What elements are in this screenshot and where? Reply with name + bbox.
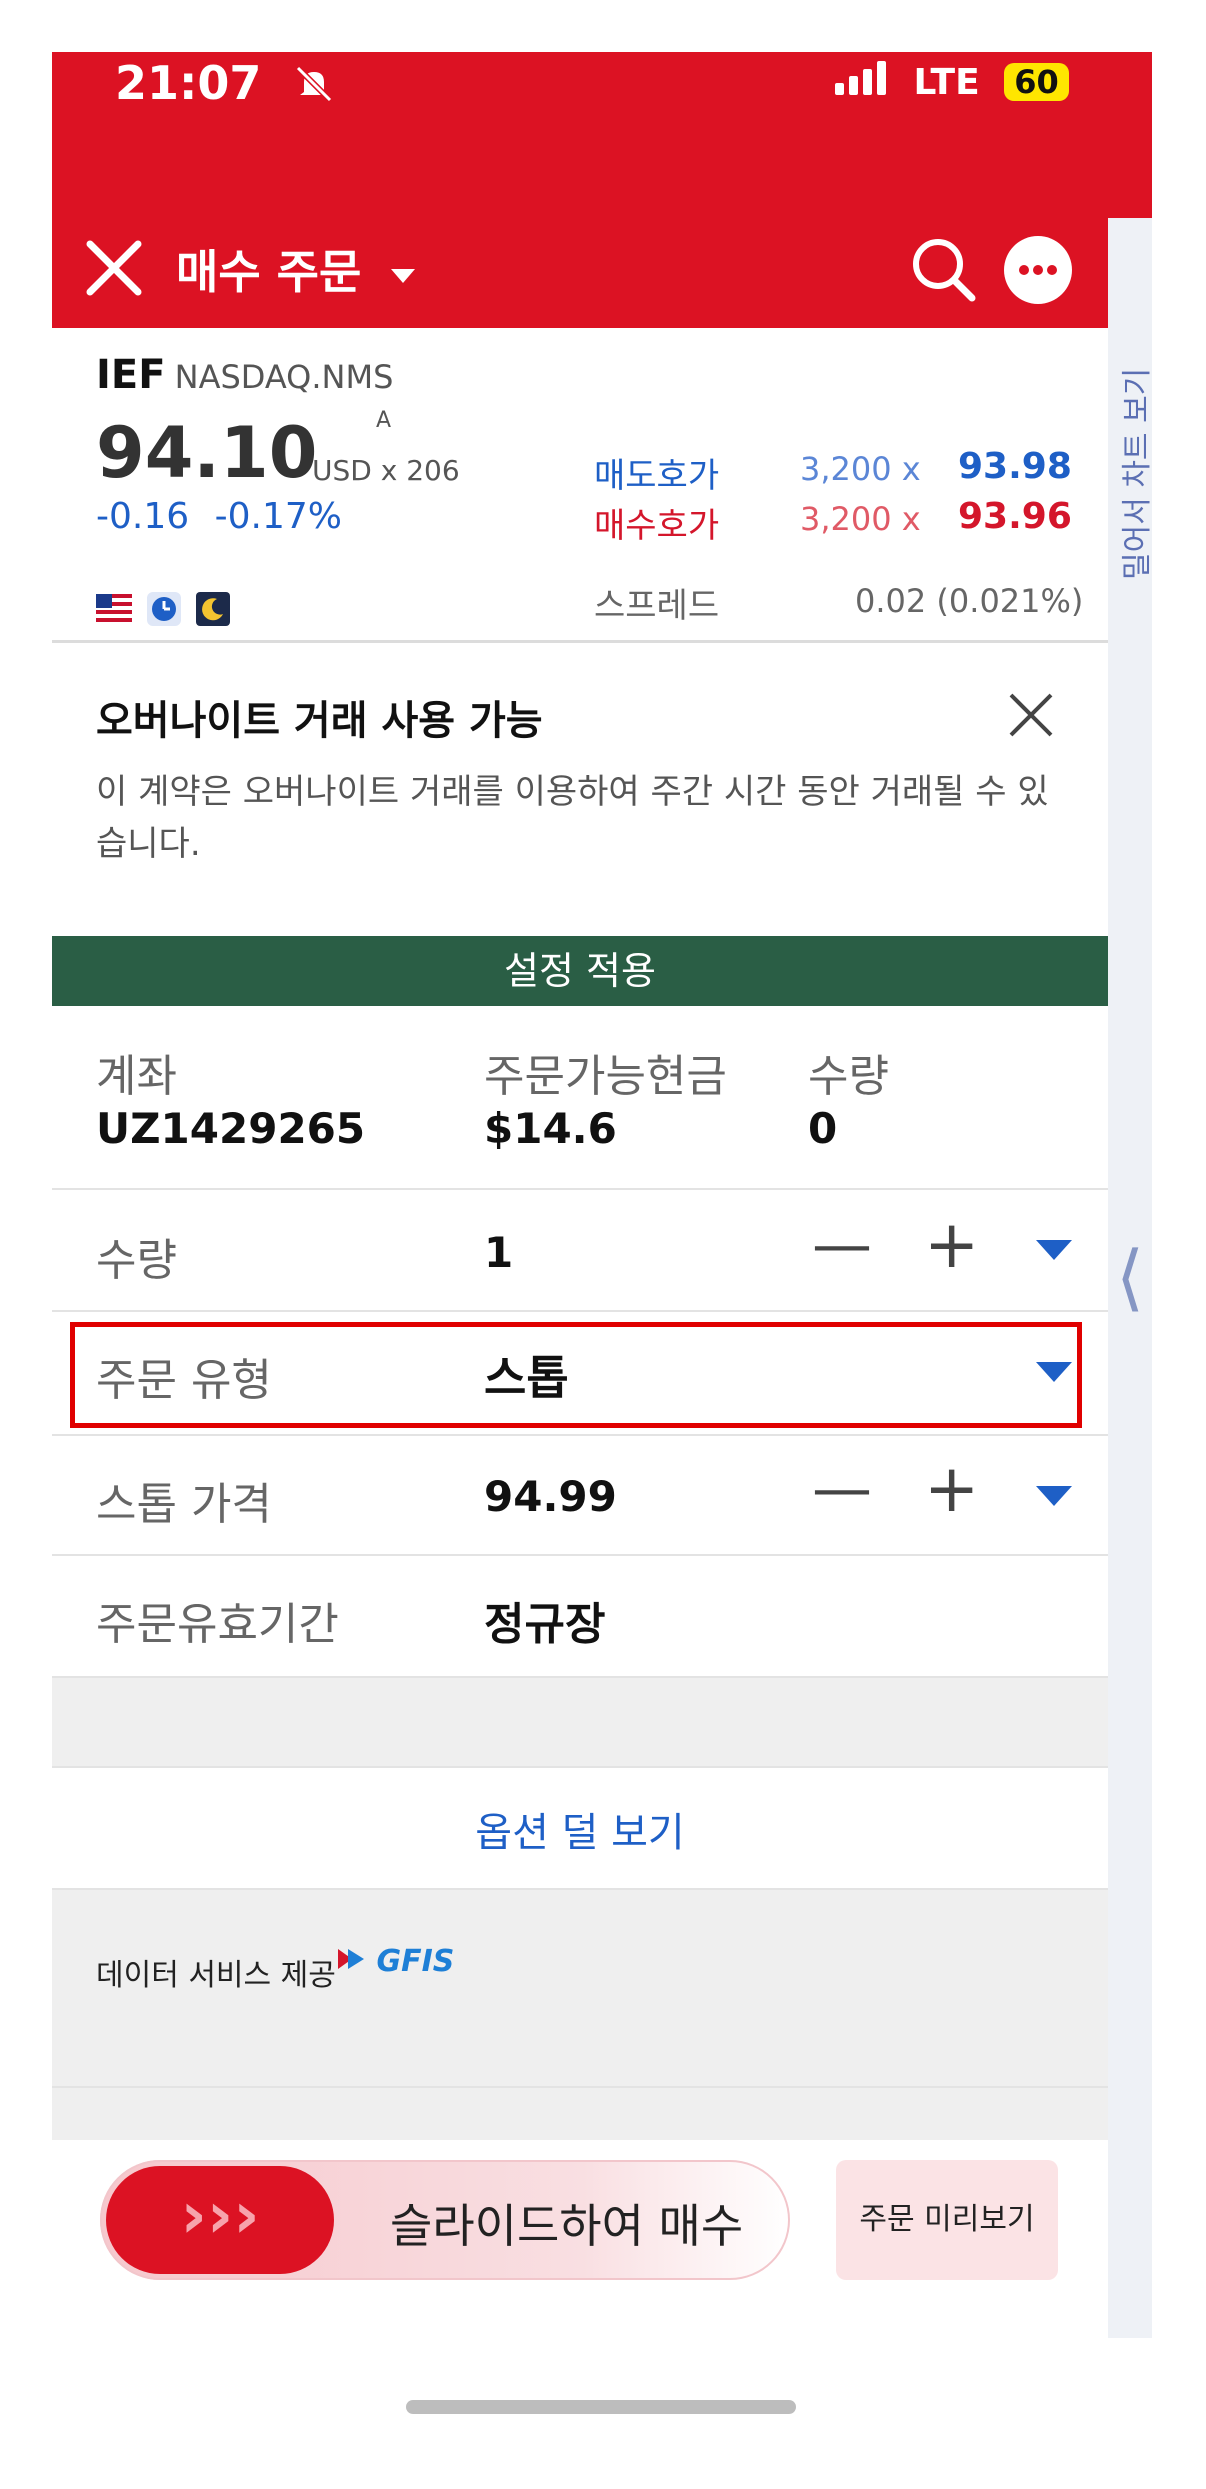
more-button[interactable] bbox=[1002, 234, 1074, 310]
ticker-symbol: IEF bbox=[96, 352, 166, 398]
quantity-increment-button[interactable]: + bbox=[924, 1206, 979, 1283]
network-label: LTE bbox=[913, 61, 980, 103]
slide-to-buy-handle[interactable]: ››› bbox=[106, 2166, 334, 2274]
home-indicator bbox=[406, 2400, 796, 2414]
order-type-dropdown-icon[interactable] bbox=[1036, 1362, 1072, 1382]
mute-icon bbox=[292, 62, 336, 110]
chevrons-right-icon: ››› bbox=[180, 2179, 260, 2253]
stop-price-label: 스톱 가격 bbox=[96, 1479, 272, 1530]
gfis-logo-text: GFIS bbox=[376, 1944, 455, 1979]
search-icon bbox=[913, 239, 976, 302]
side-chart-label: 밀어서 차트 보기 bbox=[1120, 367, 1155, 580]
change-value: -0.16 bbox=[96, 496, 190, 537]
apply-settings-banner[interactable]: 설정 적용 bbox=[52, 936, 1108, 1006]
spread-value: 0.02 (0.021%) bbox=[855, 582, 1084, 620]
chevron-left-icon[interactable]: ⟨ bbox=[1116, 1235, 1144, 1319]
notice-title: 오버나이트 거래 사용 가능 bbox=[96, 698, 543, 744]
close-icon bbox=[1009, 693, 1053, 737]
gfis-logo: GFIS bbox=[336, 1944, 454, 1981]
spacer-band bbox=[52, 1676, 1108, 1766]
stop-price-input[interactable]: 94.99 bbox=[484, 1472, 617, 1521]
signal-icon bbox=[835, 60, 891, 104]
account-label: 계좌 bbox=[96, 1051, 177, 1102]
close-icon bbox=[86, 240, 142, 296]
row-divider bbox=[52, 1434, 1108, 1436]
caret-down-icon bbox=[391, 268, 416, 283]
row-divider bbox=[52, 1310, 1108, 1312]
section-divider bbox=[52, 640, 1108, 643]
row-divider bbox=[52, 1766, 1108, 1768]
search-button[interactable] bbox=[908, 234, 978, 308]
order-side-dropdown[interactable]: 매수 주문 bbox=[176, 236, 416, 302]
exchange-name: NASDAQ.NMS bbox=[174, 358, 394, 396]
change-percent: -0.17% bbox=[214, 496, 342, 537]
status-time: 21:07 bbox=[115, 56, 262, 110]
row-divider bbox=[52, 1554, 1108, 1556]
symbol-line: IEF NASDAQ.NMS bbox=[96, 352, 393, 398]
more-icon bbox=[1004, 236, 1072, 304]
less-options-link[interactable]: 옵션 덜 보기 bbox=[52, 1800, 1108, 1858]
gfis-logo-icon bbox=[336, 1945, 366, 1981]
data-provider-label: 데이터 서비스 제공 bbox=[96, 1958, 336, 1993]
bid-label: 매수호가 bbox=[594, 506, 720, 546]
notice-close-button[interactable] bbox=[1008, 692, 1054, 742]
stop-price-dropdown-icon[interactable] bbox=[1036, 1486, 1072, 1506]
market-flags bbox=[96, 592, 231, 630]
quantity-decrement-button[interactable]: — bbox=[812, 1210, 872, 1280]
account-number[interactable]: UZ1429265 bbox=[96, 1104, 365, 1153]
close-button[interactable] bbox=[86, 240, 142, 300]
spread-label: 스프레드 bbox=[594, 586, 720, 626]
slide-to-buy-label: 슬라이드하여 매수 bbox=[390, 2199, 744, 2253]
buying-power-label: 주문가능현금 bbox=[484, 1051, 727, 1102]
row-divider bbox=[52, 1188, 1108, 1190]
stop-price-decrement-button[interactable]: — bbox=[812, 1454, 872, 1524]
ask-label: 매도호가 bbox=[594, 456, 720, 496]
quantity-input[interactable]: 1 bbox=[484, 1228, 513, 1277]
position-qty-label: 수량 bbox=[808, 1051, 889, 1102]
page-title: 매수 주문 bbox=[176, 245, 362, 299]
last-price: 94.10 bbox=[96, 412, 318, 494]
position-qty-value: 0 bbox=[808, 1104, 838, 1153]
battery-icon: 60 bbox=[1004, 63, 1069, 101]
order-type-select[interactable]: 스톱 bbox=[484, 1342, 569, 1408]
bid-size: 3,200 x bbox=[800, 500, 921, 538]
bid-price: 93.96 bbox=[958, 496, 1072, 537]
apply-settings-label: 설정 적용 bbox=[504, 949, 656, 993]
notice-body-line: 이 계약은 오버나이트 거래를 이용하여 주간 시간 동안 거래될 수 있 bbox=[96, 772, 1049, 812]
time-in-force-label: 주문유효기간 bbox=[96, 1599, 339, 1650]
price-marker: A bbox=[376, 408, 392, 433]
row-divider bbox=[52, 1676, 1108, 1678]
buying-power-value: $14.6 bbox=[484, 1104, 617, 1153]
us-flag-icon bbox=[96, 594, 132, 628]
order-preview-label: 주문 미리보기 bbox=[859, 2202, 1035, 2237]
price-change: -0.16 -0.17% bbox=[96, 496, 342, 537]
time-in-force-select[interactable]: 정규장 bbox=[484, 1588, 605, 1652]
price-currency-size: USD x 206 bbox=[312, 454, 460, 487]
notice-body-line: 습니다. bbox=[96, 824, 201, 864]
clock-icon bbox=[147, 592, 182, 630]
quantity-label: 수량 bbox=[96, 1235, 177, 1286]
moon-icon bbox=[196, 592, 231, 630]
order-type-label: 주문 유형 bbox=[96, 1355, 272, 1406]
slide-to-buy-track[interactable]: ››› 슬라이드하여 매수 bbox=[100, 2160, 790, 2280]
notice-body: 이 계약은 오버나이트 거래를 이용하여 주간 시간 동안 거래될 수 있 습니… bbox=[96, 766, 1049, 870]
row-divider bbox=[52, 2086, 1108, 2088]
status-indicators: LTE 60 bbox=[835, 60, 1069, 104]
order-preview-button[interactable]: 주문 미리보기 bbox=[836, 2160, 1058, 2280]
ask-size: 3,200 x bbox=[800, 450, 921, 488]
stop-price-increment-button[interactable]: + bbox=[924, 1450, 979, 1527]
quantity-dropdown-icon[interactable] bbox=[1036, 1240, 1072, 1260]
ask-price: 93.98 bbox=[958, 446, 1072, 487]
